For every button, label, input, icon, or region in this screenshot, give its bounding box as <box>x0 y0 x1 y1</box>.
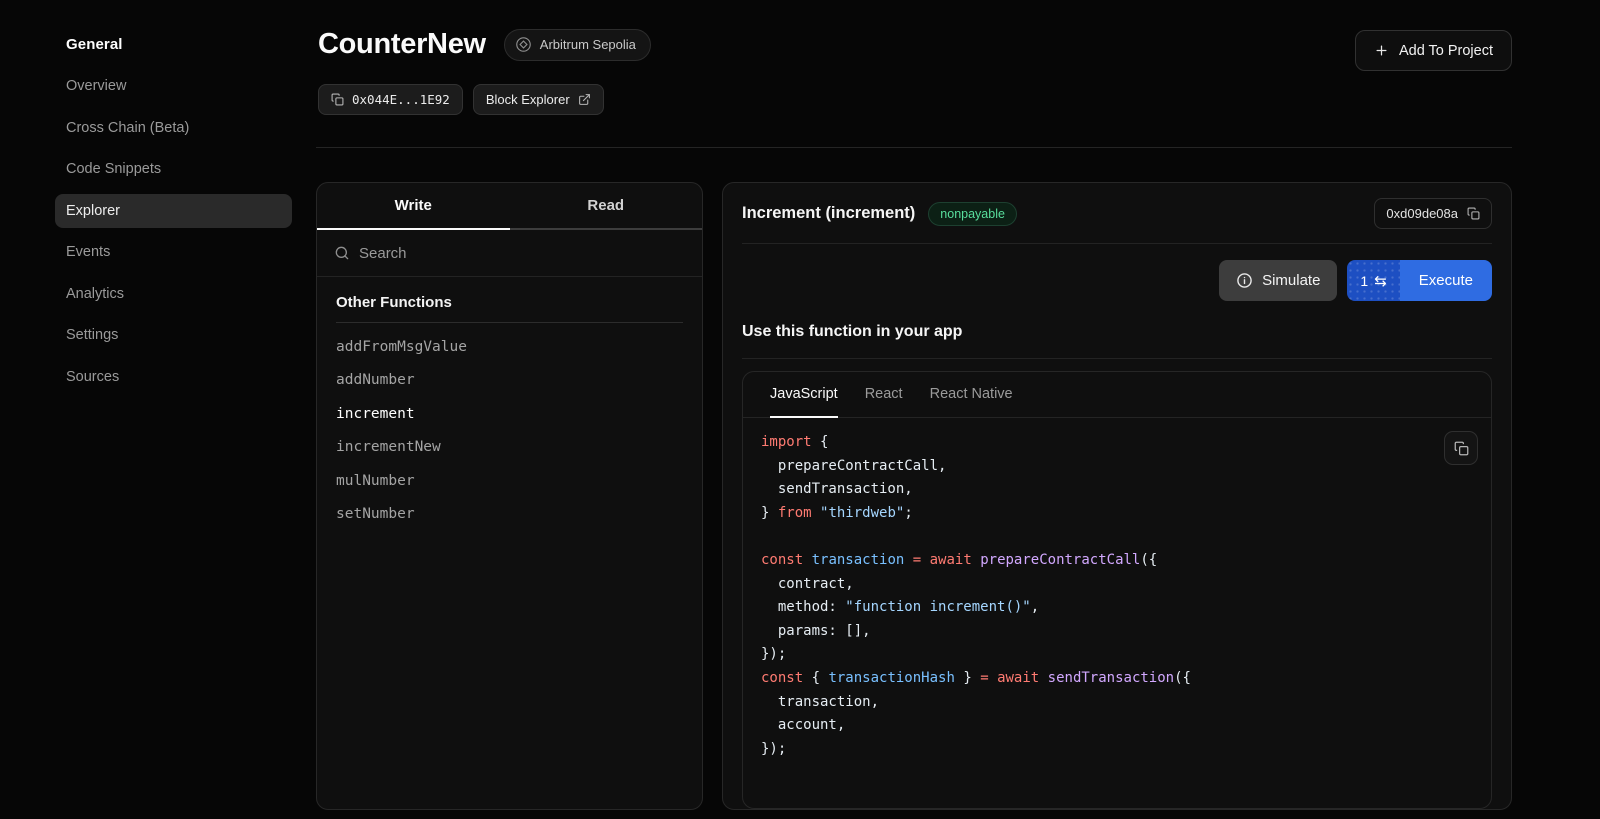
contract-address: 0x044E...1E92 <box>352 92 450 107</box>
main-content: CounterNew Arbitrum Sepolia Add To Proje… <box>318 0 1512 819</box>
function-title: Increment (increment) <box>742 204 915 223</box>
code-language-tabs: JavaScript React React Native <box>743 372 1491 418</box>
sidebar-item-explorer[interactable]: Explorer <box>55 194 292 228</box>
network-badge[interactable]: Arbitrum Sepolia <box>504 29 651 61</box>
tab-write[interactable]: Write <box>317 183 510 230</box>
usage-heading: Use this function in your app <box>723 301 1511 341</box>
copy-icon <box>331 93 344 106</box>
search-input[interactable] <box>359 245 685 262</box>
function-search-row <box>317 230 702 277</box>
function-item-addNumber[interactable]: addNumber <box>336 364 683 398</box>
contract-meta-row: 0x044E...1E92 Block Explorer <box>318 84 604 115</box>
function-selector-chip[interactable]: 0xd09de08a <box>1374 198 1492 229</box>
sidebar-nav: Overview Cross Chain (Beta) Code Snippet… <box>55 69 292 394</box>
write-read-tabs: Write Read <box>317 183 702 230</box>
title-row: CounterNew Arbitrum Sepolia <box>318 28 651 61</box>
search-icon <box>334 245 350 261</box>
sidebar-item-cross-chain[interactable]: Cross Chain (Beta) <box>55 111 292 145</box>
sidebar-item-code-snippets[interactable]: Code Snippets <box>55 152 292 186</box>
usage-divider <box>742 358 1492 359</box>
execute-button-group: 1 ⇆ Execute <box>1347 260 1492 301</box>
simulate-button[interactable]: Simulate <box>1219 260 1337 301</box>
add-to-project-button[interactable]: Add To Project <box>1355 30 1512 71</box>
sidebar-item-events[interactable]: Events <box>55 235 292 269</box>
code-snippet-card: JavaScript React React Native import { p… <box>742 371 1492 809</box>
tab-read[interactable]: Read <box>510 183 703 230</box>
header-divider <box>316 147 1512 148</box>
action-row: Simulate 1 ⇆ Execute <box>723 244 1511 301</box>
function-list: addFromMsgValue addNumber increment incr… <box>336 330 683 531</box>
tab-react-native[interactable]: React Native <box>930 372 1013 418</box>
function-detail-panel: Increment (increment) nonpayable 0xd09de… <box>722 182 1512 810</box>
function-item-setNumber[interactable]: setNumber <box>336 498 683 532</box>
sidebar-item-sources[interactable]: Sources <box>55 360 292 394</box>
copy-icon <box>1467 207 1480 220</box>
contract-address-chip[interactable]: 0x044E...1E92 <box>318 84 463 115</box>
code-area: import { prepareContractCall, sendTransa… <box>743 418 1491 774</box>
copy-icon <box>1454 441 1469 456</box>
tab-react[interactable]: React <box>865 372 903 418</box>
function-group-title: Other Functions <box>336 294 683 323</box>
function-detail-header: Increment (increment) nonpayable 0xd09de… <box>723 183 1511 243</box>
swap-arrows-icon: ⇆ <box>1374 272 1387 290</box>
function-item-mulNumber[interactable]: mulNumber <box>336 464 683 498</box>
explorer-panels: Write Read Other Functions addFromMsgVal… <box>316 182 1512 810</box>
tab-javascript[interactable]: JavaScript <box>770 372 838 418</box>
network-icon <box>515 36 532 53</box>
block-explorer-chip[interactable]: Block Explorer <box>473 84 604 115</box>
transaction-queue-button[interactable]: 1 ⇆ <box>1347 260 1399 301</box>
function-item-incrementNew[interactable]: incrementNew <box>336 431 683 465</box>
sidebar-item-overview[interactable]: Overview <box>55 69 292 103</box>
info-icon <box>1236 272 1253 289</box>
sidebar-item-settings[interactable]: Settings <box>55 318 292 352</box>
functions-panel: Write Read Other Functions addFromMsgVal… <box>316 182 703 810</box>
page-title: CounterNew <box>318 28 486 61</box>
network-name: Arbitrum Sepolia <box>540 37 636 52</box>
external-link-icon <box>578 93 591 106</box>
sidebar-section-title: General <box>66 36 123 53</box>
sidebar: General Overview Cross Chain (Beta) Code… <box>0 0 316 819</box>
state-mutability-badge: nonpayable <box>928 202 1017 226</box>
function-selector: 0xd09de08a <box>1386 206 1458 221</box>
copy-code-button[interactable] <box>1444 431 1478 465</box>
plus-icon <box>1374 43 1389 58</box>
code-block: import { prepareContractCall, sendTransa… <box>761 431 1473 761</box>
function-item-increment[interactable]: increment <box>336 397 683 431</box>
function-group: Other Functions addFromMsgValue addNumbe… <box>317 277 702 531</box>
function-item-addFromMsgValue[interactable]: addFromMsgValue <box>336 330 683 364</box>
queue-count: 1 <box>1360 273 1368 289</box>
sidebar-item-analytics[interactable]: Analytics <box>55 277 292 311</box>
execute-button[interactable]: Execute <box>1400 260 1492 301</box>
